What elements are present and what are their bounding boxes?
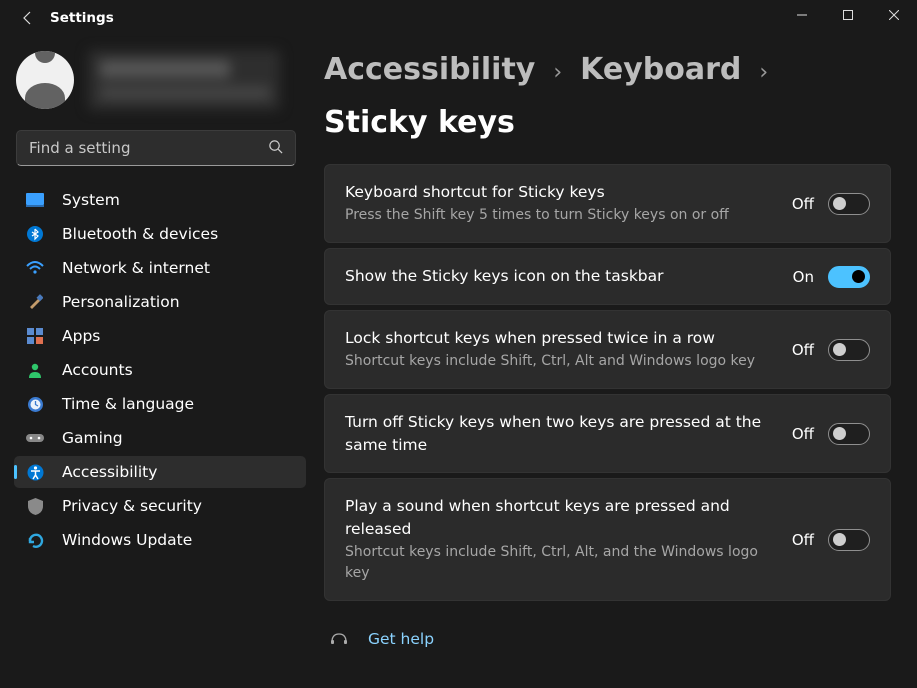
minimize-button[interactable] <box>779 0 825 30</box>
toggle-state-label: Off <box>792 425 814 443</box>
back-button[interactable] <box>20 10 36 26</box>
toggle-state-label: Off <box>792 341 814 359</box>
wifi-icon <box>26 259 44 277</box>
toggle-state-label: On <box>793 268 814 286</box>
shield-icon <box>26 497 44 515</box>
nav-label: Personalization <box>62 293 180 311</box>
search-box[interactable] <box>16 130 296 166</box>
nav-label: Privacy & security <box>62 497 202 515</box>
brush-icon <box>26 293 44 311</box>
setting-taskbar-icon: Show the Sticky keys icon on the taskbar… <box>324 248 891 304</box>
toggle-switch[interactable] <box>828 339 870 361</box>
display-icon <box>26 191 44 209</box>
nav-item-accessibility[interactable]: Accessibility <box>14 456 306 488</box>
apps-icon <box>26 327 44 345</box>
nav-label: Network & internet <box>62 259 210 277</box>
toggle-state-label: Off <box>792 531 814 549</box>
setting-title: Keyboard shortcut for Sticky keys <box>345 181 776 203</box>
window-controls <box>779 0 917 30</box>
bluetooth-icon <box>26 225 44 243</box>
setting-play-sound: Play a sound when shortcut keys are pres… <box>324 478 891 601</box>
nav-item-gaming[interactable]: Gaming <box>14 422 306 454</box>
toggle-switch[interactable] <box>828 193 870 215</box>
setting-desc: Shortcut keys include Shift, Ctrl, Alt a… <box>345 351 776 372</box>
user-account-row[interactable] <box>14 40 306 130</box>
toggle-switch[interactable] <box>828 529 870 551</box>
nav-label: Gaming <box>62 429 123 447</box>
nav-item-windows-update[interactable]: Windows Update <box>14 524 306 556</box>
setting-turn-off-two-keys: Turn off Sticky keys when two keys are p… <box>324 394 891 473</box>
clock-globe-icon <box>26 395 44 413</box>
nav-label: Apps <box>62 327 100 345</box>
maximize-button[interactable] <box>825 0 871 30</box>
nav-item-accounts[interactable]: Accounts <box>14 354 306 386</box>
setting-title: Play a sound when shortcut keys are pres… <box>345 495 776 540</box>
nav-label: Accessibility <box>62 463 157 481</box>
nav-item-system[interactable]: System <box>14 184 306 216</box>
nav-list: System Bluetooth & devices Network & int… <box>14 184 306 558</box>
person-icon <box>26 361 44 379</box>
nav-item-network[interactable]: Network & internet <box>14 252 306 284</box>
setting-title: Lock shortcut keys when pressed twice in… <box>345 327 776 349</box>
setting-desc: Shortcut keys include Shift, Ctrl, Alt, … <box>345 542 776 584</box>
nav-item-personalization[interactable]: Personalization <box>14 286 306 318</box>
help-icon <box>330 628 348 650</box>
app-title: Settings <box>50 10 114 26</box>
setting-keyboard-shortcut: Keyboard shortcut for Sticky keys Press … <box>324 164 891 243</box>
close-button[interactable] <box>871 0 917 30</box>
search-icon <box>268 139 283 158</box>
nav-item-bluetooth[interactable]: Bluetooth & devices <box>14 218 306 250</box>
nav-item-time-language[interactable]: Time & language <box>14 388 306 420</box>
toggle-switch[interactable] <box>828 266 870 288</box>
titlebar: Settings <box>0 0 917 36</box>
nav-label: Accounts <box>62 361 133 379</box>
setting-title: Show the Sticky keys icon on the taskbar <box>345 265 777 287</box>
accessibility-icon <box>26 463 44 481</box>
refresh-icon <box>26 531 44 549</box>
content-area: Accessibility › Keyboard › Sticky keys K… <box>310 36 917 688</box>
breadcrumb-accessibility[interactable]: Accessibility <box>324 52 535 87</box>
sidebar: System Bluetooth & devices Network & int… <box>0 36 310 688</box>
toggle-switch[interactable] <box>828 423 870 445</box>
search-input[interactable] <box>29 139 268 157</box>
nav-label: System <box>62 191 120 209</box>
setting-title: Turn off Sticky keys when two keys are p… <box>345 411 776 456</box>
breadcrumb-current: Sticky keys <box>324 105 515 140</box>
breadcrumb: Accessibility › Keyboard › Sticky keys <box>324 52 891 140</box>
nav-label: Windows Update <box>62 531 192 549</box>
get-help-link[interactable]: Get help <box>368 630 434 648</box>
chevron-right-icon: › <box>553 60 562 85</box>
avatar <box>16 51 74 109</box>
nav-item-privacy-security[interactable]: Privacy & security <box>14 490 306 522</box>
toggle-state-label: Off <box>792 195 814 213</box>
breadcrumb-keyboard[interactable]: Keyboard <box>580 52 741 87</box>
nav-label: Time & language <box>62 395 194 413</box>
nav-label: Bluetooth & devices <box>62 225 218 243</box>
chevron-right-icon: › <box>759 60 768 85</box>
get-help-row[interactable]: Get help <box>324 606 891 662</box>
setting-desc: Press the Shift key 5 times to turn Stic… <box>345 205 776 226</box>
gamepad-icon <box>26 429 44 447</box>
setting-lock-shortcut: Lock shortcut keys when pressed twice in… <box>324 310 891 389</box>
user-info-redacted <box>88 50 280 110</box>
nav-item-apps[interactable]: Apps <box>14 320 306 352</box>
